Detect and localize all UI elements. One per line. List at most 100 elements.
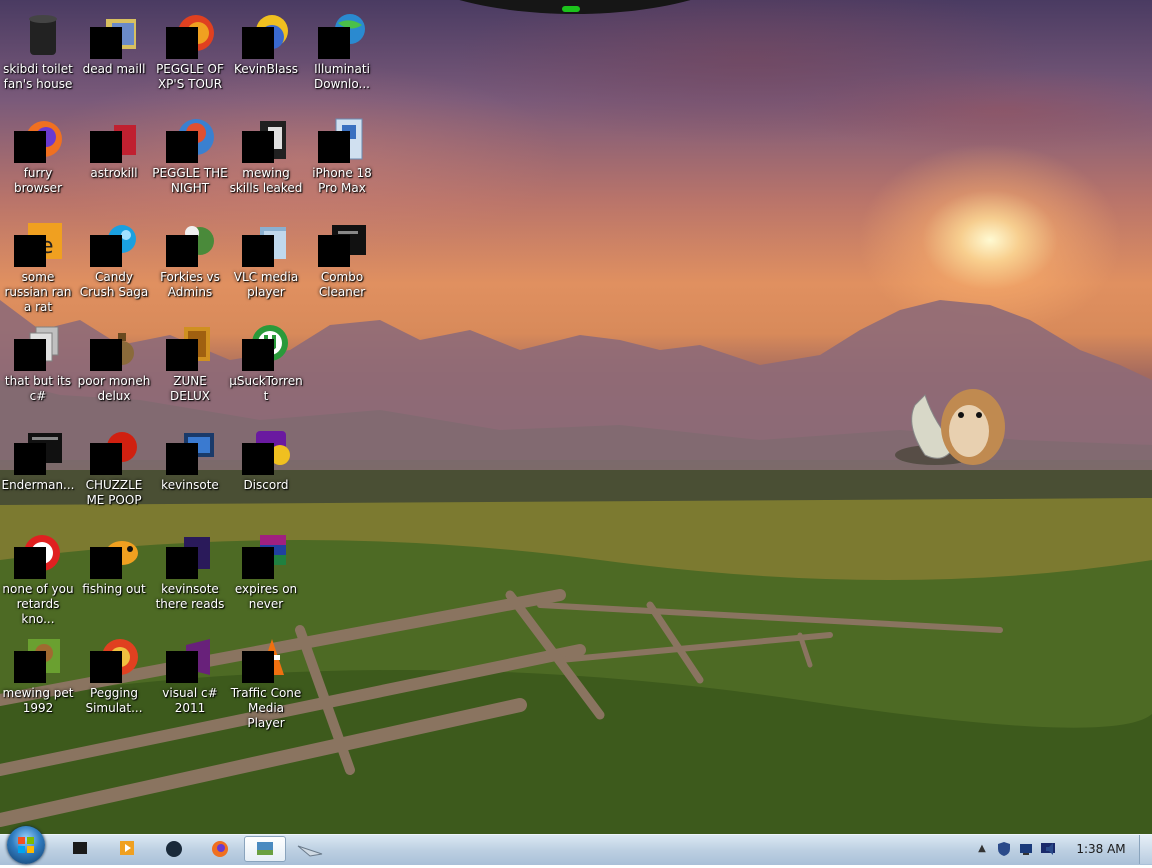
redaction-box [14, 651, 46, 683]
icon-label: Combo Cleaner [318, 270, 366, 299]
icon-label: iPhone 18 Pro Max [312, 166, 372, 195]
desktop-icon-mewing-skills[interactable]: mewing skills leaked [228, 109, 304, 207]
desktop-icon-kevinsote[interactable]: kevinsote [152, 421, 228, 519]
icon-label: kevinsote there reads [155, 582, 225, 611]
desktop-icon-vlc[interactable]: VLC media player [228, 213, 304, 311]
shield-icon[interactable] [996, 841, 1012, 857]
desktop-icon-forkies[interactable]: Forkies vs Admins [152, 213, 228, 311]
desktop-icon-fishing-out[interactable]: fishing out [76, 525, 152, 623]
desktop-background: skibdi toilet fan's house dead maill PEG… [0, 0, 1152, 834]
desktop-icon-iphone-18[interactable]: iPhone 18 Pro Max [304, 109, 380, 207]
desktop-icon-visual-csharp[interactable]: visual c# 2011 [152, 629, 228, 727]
desktop-icon-furry-browser[interactable]: furry browser [0, 109, 76, 207]
desktop-icon-chuzzle[interactable]: CHUZZLE ME POOP [76, 421, 152, 519]
redaction-box [166, 547, 198, 579]
desktop-icon-kevinsote-there-reads[interactable]: kevinsote there reads [152, 525, 228, 623]
icon-label: poor moneh delux [77, 374, 151, 403]
desktop-icon-candy-crush[interactable]: Candy Crush Saga [76, 213, 152, 311]
desktop-icon-peggle-night[interactable]: PEGGLE THE NIGHT [152, 109, 228, 207]
desktop-icon-russian-rat[interactable]: e some russian ran a rat [0, 213, 76, 314]
start-button[interactable] [7, 826, 45, 864]
desktop-icon-expires-on-never[interactable]: expires on never [228, 525, 304, 623]
icon-label: KevinBlass [233, 62, 299, 76]
windows-orb-icon [18, 837, 34, 853]
taskbar-pinned-firefox[interactable] [200, 836, 240, 862]
speaker-icon[interactable] [1044, 841, 1060, 857]
black-window-icon [73, 842, 87, 854]
icon-label: some russian ran a rat [4, 270, 72, 314]
desktop-icon-that-but-c-sharp[interactable]: that but its c# [0, 317, 76, 415]
landscape-window-icon [257, 842, 273, 855]
desktop-icon-peggle-xp-tour[interactable]: PEGGLE OF XP'S TOUR [152, 5, 228, 103]
redaction-box [242, 131, 274, 163]
redaction-box [14, 339, 46, 371]
desktop-icon-none-of-you[interactable]: none of you retards kno... [0, 525, 76, 626]
network-icon[interactable] [1018, 841, 1034, 857]
icon-label: kevinsote [161, 478, 219, 492]
taskbar-pinned-cursor-app[interactable] [290, 836, 330, 862]
desktop-icon-illuminati[interactable]: Illuminati Downlo... [304, 5, 380, 103]
icon-label: Traffic Cone Media Player [230, 686, 302, 730]
redaction-box [90, 547, 122, 579]
desktop-icon-zune-delux[interactable]: ZUNE DELUX [152, 317, 228, 415]
media-player-icon [120, 841, 134, 855]
desktop-icon-kevinblass[interactable]: KevinBlass [228, 5, 304, 103]
dark-circle-icon [166, 841, 182, 857]
redaction-box [90, 339, 122, 371]
icon-label: PEGGLE OF XP'S TOUR [156, 62, 224, 91]
tray-expand-chevron[interactable]: ▲ [974, 841, 990, 857]
icon-label: visual c# 2011 [162, 686, 218, 715]
redaction-box [242, 443, 274, 475]
redaction-box [166, 339, 198, 371]
redaction-box [318, 131, 350, 163]
desktop-icon-discord[interactable]: Discord [228, 421, 304, 519]
show-desktop-button[interactable] [1139, 835, 1152, 864]
icon-label: dead maill [82, 62, 146, 76]
taskbar-pinned-steam[interactable] [154, 836, 194, 862]
taskbar-pinned-terminal[interactable] [60, 836, 100, 862]
taskbar-active-window[interactable] [244, 836, 286, 862]
trash-bin-icon [29, 15, 57, 55]
desktop-icon-traffic-cone[interactable]: Traffic Cone Media Player [228, 629, 304, 730]
redaction-box [166, 235, 198, 267]
redaction-box [242, 27, 274, 59]
icon-label: PEGGLE THE NIGHT [152, 166, 228, 195]
icon-label: mewing skills leaked [229, 166, 303, 195]
taskbar-clock[interactable]: 1:38 AM [1066, 842, 1136, 856]
redaction-box [166, 651, 198, 683]
desktop-icon-astrokill[interactable]: astrokill [76, 109, 152, 207]
taskbar-pinned-media-player[interactable] [107, 836, 147, 862]
desktop-icon-skibdi-toilet[interactable]: skibdi toilet fan's house [0, 5, 76, 103]
paper-plane-icon [297, 845, 323, 857]
desktop-pet-hamster[interactable] [895, 385, 1015, 475]
redaction-box [242, 547, 274, 579]
icon-label: Pegging Simulat... [85, 686, 143, 715]
redaction-box [14, 547, 46, 579]
icon-label: furry browser [13, 166, 62, 195]
icon-label: VLC media player [233, 270, 299, 299]
redaction-box [242, 339, 274, 371]
icon-label: Illuminati Downlo... [314, 62, 370, 91]
icon-label: skibdi toilet fan's house [3, 62, 73, 91]
desktop-icon-mewing-pet[interactable]: mewing pet 1992 [0, 629, 76, 727]
desktop-icon-dead-maill[interactable]: dead maill [76, 5, 152, 103]
redaction-box [318, 235, 350, 267]
desktop-icon-enderman[interactable]: Enderman... [0, 421, 76, 519]
icon-label: mewing pet 1992 [2, 686, 74, 715]
redaction-box [90, 651, 122, 683]
desktop-icon-usucktorrent[interactable]: µSuckTorrent [228, 317, 304, 415]
redaction-box [14, 235, 46, 267]
redaction-box [90, 131, 122, 163]
icon-label: Discord [243, 478, 289, 492]
firefox-icon [212, 841, 228, 857]
redaction-box [14, 131, 46, 163]
redaction-box [90, 443, 122, 475]
icon-label: µSuckTorrent [229, 374, 303, 403]
redaction-box [166, 27, 198, 59]
desktop-icon-combo-cleaner[interactable]: Combo Cleaner [304, 213, 380, 311]
icon-label: CHUZZLE ME POOP [85, 478, 143, 507]
desktop-icon-pegging-simulator[interactable]: Pegging Simulat... [76, 629, 152, 727]
icon-label: fishing out [82, 582, 146, 596]
desktop-icon-poor-moneh[interactable]: poor moneh delux [76, 317, 152, 415]
redaction-box [166, 131, 198, 163]
